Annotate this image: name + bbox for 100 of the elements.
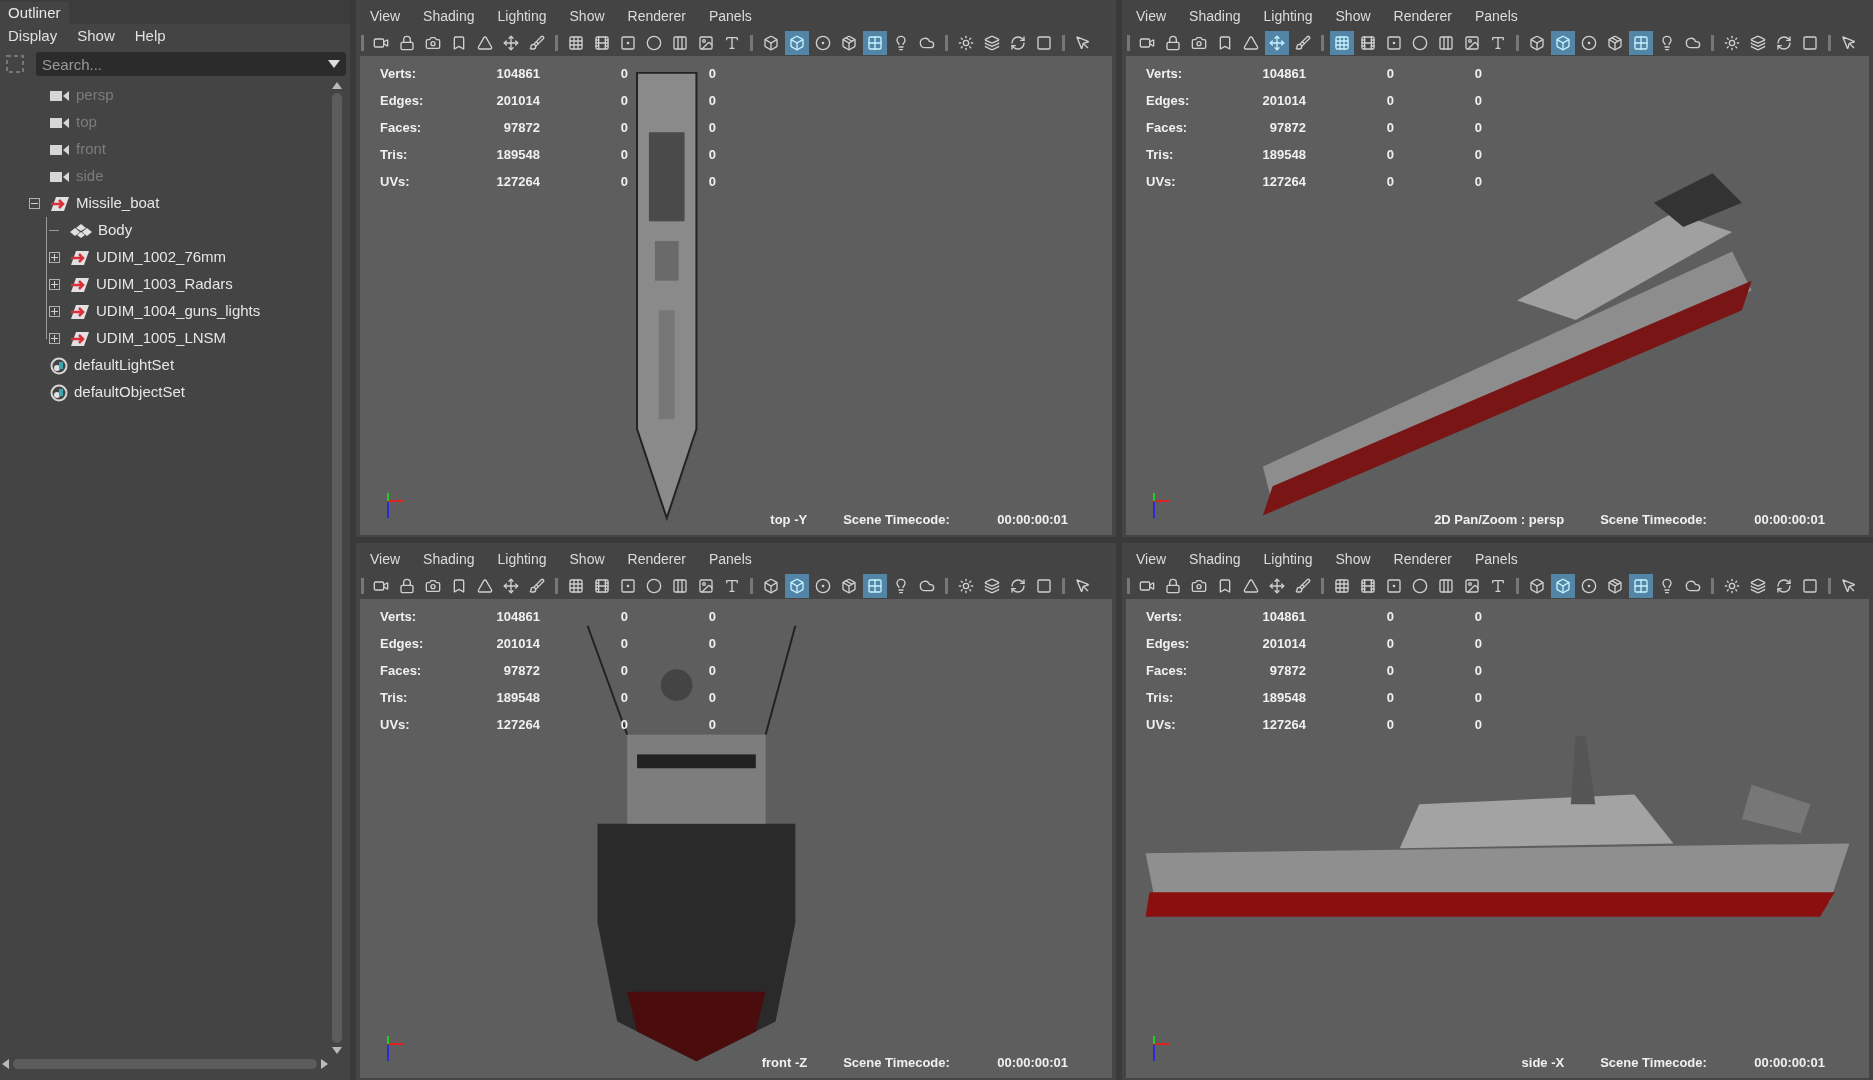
stat-value: 0 — [1473, 688, 1482, 707]
stat-value: 0 — [1473, 172, 1482, 191]
stat-label: Tris: — [380, 688, 409, 707]
dropdown-icon[interactable] — [328, 60, 340, 68]
expand-toggle[interactable] — [48, 279, 60, 290]
stat-value: 0 — [1385, 118, 1394, 137]
menu-item[interactable]: Lighting — [1263, 6, 1313, 27]
outliner-item[interactable]: defaultObjectSet — [74, 381, 185, 404]
stat-label: Edges: — [1146, 634, 1191, 653]
stat-value: 0 — [1473, 64, 1482, 83]
menu-item[interactable]: View — [370, 6, 401, 27]
menu-item[interactable]: View — [370, 549, 401, 570]
stat-value: 104861 — [495, 607, 540, 626]
checker-icon[interactable] — [1629, 31, 1653, 55]
solid-cube-icon[interactable] — [1551, 574, 1575, 598]
outliner-item[interactable]: UDIM_1002_76mm — [96, 246, 227, 269]
menu-item[interactable]: Panels — [708, 549, 752, 570]
stat-value: 0 — [707, 715, 716, 734]
grid-icon[interactable] — [1330, 31, 1354, 55]
menu-item[interactable]: Show — [1335, 6, 1371, 27]
menu-item[interactable]: Renderer — [1393, 6, 1452, 27]
stat-value: 104861 — [1261, 607, 1306, 626]
stat-label: Faces: — [1146, 118, 1189, 137]
stat-value: 104861 — [495, 64, 540, 83]
scroll-up-icon[interactable] — [332, 82, 342, 89]
move-icon[interactable] — [1265, 31, 1289, 55]
checker-icon[interactable] — [1629, 574, 1653, 598]
solid-cube-icon[interactable] — [785, 574, 809, 598]
stat-label: Edges: — [380, 634, 425, 653]
stat-label: UVs: — [1146, 715, 1177, 734]
outliner-item[interactable]: UDIM_1004_guns_lights — [96, 300, 261, 323]
stat-value: 0 — [1473, 634, 1482, 653]
stat-value: 0 — [1385, 64, 1394, 83]
panel-tab[interactable]: Outliner — [0, 2, 69, 24]
solid-cube-icon[interactable] — [785, 31, 809, 55]
checker-icon[interactable] — [863, 574, 887, 598]
stat-value: 97872 — [502, 661, 540, 680]
stat-value: 97872 — [502, 118, 540, 137]
stat-value: 0 — [619, 634, 628, 653]
expand-toggle[interactable] — [48, 306, 60, 317]
stat-value: 201014 — [495, 634, 540, 653]
search-field[interactable]: Search... — [36, 52, 346, 76]
solid-cube-icon[interactable] — [1551, 31, 1575, 55]
menu-item[interactable]: Show — [1335, 549, 1371, 570]
menu-item[interactable]: Show — [569, 549, 605, 570]
menu-item[interactable]: Lighting — [497, 549, 547, 570]
camera-label: side -X — [1521, 1053, 1565, 1072]
stat-value: 0 — [1473, 145, 1482, 164]
menu-item[interactable]: Display — [8, 24, 58, 48]
camera-icon — [50, 116, 70, 129]
expand-toggle[interactable] — [48, 252, 60, 263]
stat-value: 201014 — [495, 91, 540, 110]
collapse-toggle[interactable] — [28, 198, 40, 209]
timecode-label: Scene Timecode: — [1600, 510, 1708, 529]
outliner-item[interactable]: Body — [98, 219, 133, 242]
menu-item[interactable]: Lighting — [1263, 549, 1313, 570]
menu-item[interactable]: View — [1136, 549, 1167, 570]
outliner-item[interactable]: Missile_boat — [76, 192, 160, 215]
stat-value: 0 — [707, 64, 716, 83]
menu-item[interactable]: Renderer — [627, 549, 686, 570]
menu-item[interactable]: Shading — [423, 549, 475, 570]
camera-icon — [50, 143, 70, 156]
scroll-right-icon[interactable] — [321, 1059, 328, 1069]
transform-icon — [50, 195, 70, 212]
outliner-item[interactable]: UDIM_1005_LNSM — [96, 327, 227, 350]
outliner-item[interactable]: defaultLightSet — [74, 354, 175, 377]
menu-item[interactable]: Show — [77, 24, 115, 48]
timecode-label: Scene Timecode: — [843, 1053, 951, 1072]
menu-item[interactable]: Panels — [708, 6, 752, 27]
menu-item[interactable]: Help — [134, 24, 166, 48]
stat-label: Verts: — [1146, 607, 1184, 626]
menu-item[interactable]: View — [1136, 6, 1167, 27]
set-icon — [50, 356, 68, 375]
stat-label: Tris: — [380, 145, 409, 164]
menu-item[interactable]: Shading — [1189, 6, 1241, 27]
checker-icon[interactable] — [863, 31, 887, 55]
stat-value: 0 — [619, 118, 628, 137]
menu-item[interactable]: Lighting — [497, 6, 547, 27]
menu-item[interactable]: Shading — [1189, 549, 1241, 570]
vertical-scrollbar[interactable] — [330, 80, 344, 1056]
menu-item[interactable]: Renderer — [1393, 549, 1452, 570]
horizontal-scrollbar[interactable] — [0, 1056, 330, 1072]
menu-item[interactable]: Shading — [423, 6, 475, 27]
stat-value: 0 — [1473, 607, 1482, 626]
stat-value: 0 — [1385, 634, 1394, 653]
stat-value: 0 — [1385, 172, 1394, 191]
scroll-down-icon[interactable] — [332, 1047, 342, 1054]
stat-label: UVs: — [380, 715, 411, 734]
expand-toggle[interactable] — [48, 333, 60, 344]
menu-item[interactable]: Panels — [1474, 6, 1518, 27]
scroll-left-icon[interactable] — [2, 1059, 9, 1069]
stat-value: 0 — [619, 64, 628, 83]
menu-item[interactable]: Renderer — [627, 6, 686, 27]
menu-item[interactable]: Show — [569, 6, 605, 27]
stat-value: 201014 — [1261, 91, 1306, 110]
menu-item[interactable]: Panels — [1474, 549, 1518, 570]
camera-label: front -Z — [761, 1053, 808, 1072]
stat-label: Faces: — [380, 118, 423, 137]
stat-value: 189548 — [1261, 688, 1306, 707]
outliner-item[interactable]: UDIM_1003_Radars — [96, 273, 233, 296]
